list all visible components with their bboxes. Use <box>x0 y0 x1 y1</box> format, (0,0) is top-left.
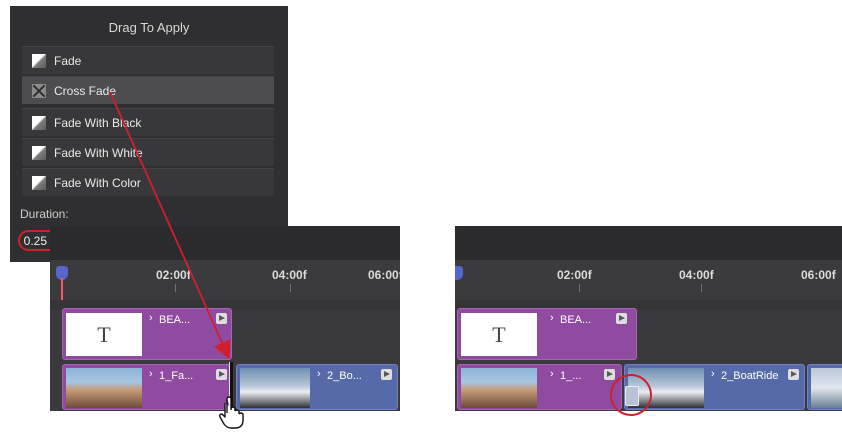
timeline-header <box>50 226 400 260</box>
play-icon[interactable] <box>216 313 227 324</box>
clip-name: BEA... <box>159 314 191 326</box>
play-icon[interactable] <box>381 369 392 380</box>
timeline-ruler[interactable]: 02:00f 04:00f 06:00f <box>50 260 400 300</box>
cross-fade-icon <box>32 83 46 98</box>
play-icon[interactable] <box>788 369 799 380</box>
title-clip[interactable]: T › BEA... <box>62 308 232 360</box>
highlight-circle <box>610 374 652 416</box>
fade-icon <box>32 175 46 190</box>
tick-label: 02:00f <box>156 268 191 282</box>
timeline-ruler[interactable]: 02:00f 04:00f 06:00f <box>455 260 842 300</box>
title-thumbnail: T <box>461 313 537 356</box>
transition-label: Cross Fade <box>54 83 117 98</box>
title-thumbnail: T <box>66 313 142 356</box>
panel-title: Drag To Apply <box>108 20 190 35</box>
video-clip-1[interactable]: › 1_Fa... <box>62 364 232 410</box>
clip-name: 1_... <box>560 370 582 382</box>
transition-fade-with-white[interactable]: Fade With White <box>22 138 274 166</box>
fade-icon <box>32 145 46 160</box>
play-icon[interactable] <box>216 369 227 380</box>
transition-fade[interactable]: Fade <box>22 46 274 74</box>
video-clip-3[interactable] <box>807 364 842 410</box>
ruler-tick <box>290 284 291 292</box>
fade-icon <box>32 53 46 68</box>
video-clip-2[interactable]: › 2_BoatRide <box>624 364 805 410</box>
hand-cursor-icon <box>219 396 244 429</box>
clip-thumbnail <box>240 368 310 408</box>
tick-label: 06:00f <box>368 268 400 282</box>
chevron-right-icon: › <box>317 368 321 380</box>
title-clip[interactable]: T › BEA... <box>457 308 637 360</box>
transition-cross-fade[interactable]: Cross Fade <box>22 76 274 104</box>
clip-name: 2_Bo... <box>327 370 362 382</box>
video-clip-2[interactable]: › 2_Bo... <box>236 364 398 410</box>
timeline-before: 02:00f 04:00f 06:00f T › BEA... › 1_Fa..… <box>50 226 400 411</box>
duration-label: Duration: <box>20 207 69 221</box>
ruler-tick <box>175 284 176 292</box>
clip-thumbnail <box>811 368 842 408</box>
tick-label: 02:00f <box>557 268 592 282</box>
chevron-right-icon: › <box>550 312 554 324</box>
transition-fade-with-color[interactable]: Fade With Color <box>22 168 274 196</box>
tick-label: 06:00f <box>801 268 836 282</box>
playhead-line <box>61 278 63 302</box>
clip-name: 1_Fa... <box>159 370 194 382</box>
fade-icon <box>32 115 46 130</box>
play-icon[interactable] <box>604 369 615 380</box>
transition-label: Fade With White <box>54 145 143 160</box>
transition-label: Fade With Black <box>54 115 142 130</box>
tick-label: 04:00f <box>679 268 714 282</box>
clip-thumbnail <box>461 368 537 408</box>
transitions-panel: Drag To Apply Fade Cross Fade Fade With … <box>10 6 288 262</box>
video-clip-1[interactable]: › 1_... <box>457 364 622 410</box>
transition-label: Fade <box>54 53 82 68</box>
clip-name: 2_BoatRide <box>721 370 779 382</box>
timeline-header <box>455 226 842 260</box>
transition-fade-with-black[interactable]: Fade With Black <box>22 108 274 136</box>
transition-label: Fade With Color <box>54 175 141 190</box>
chevron-right-icon: › <box>149 312 153 324</box>
ruler-tick <box>579 284 580 292</box>
play-icon[interactable] <box>616 313 627 324</box>
clip-name: BEA... <box>560 314 592 326</box>
chevron-right-icon: › <box>149 368 153 380</box>
chevron-right-icon: › <box>711 368 715 380</box>
clip-thumbnail <box>66 368 142 408</box>
tick-label: 04:00f <box>272 268 307 282</box>
ruler-tick <box>701 284 702 292</box>
chevron-right-icon: › <box>550 368 554 380</box>
